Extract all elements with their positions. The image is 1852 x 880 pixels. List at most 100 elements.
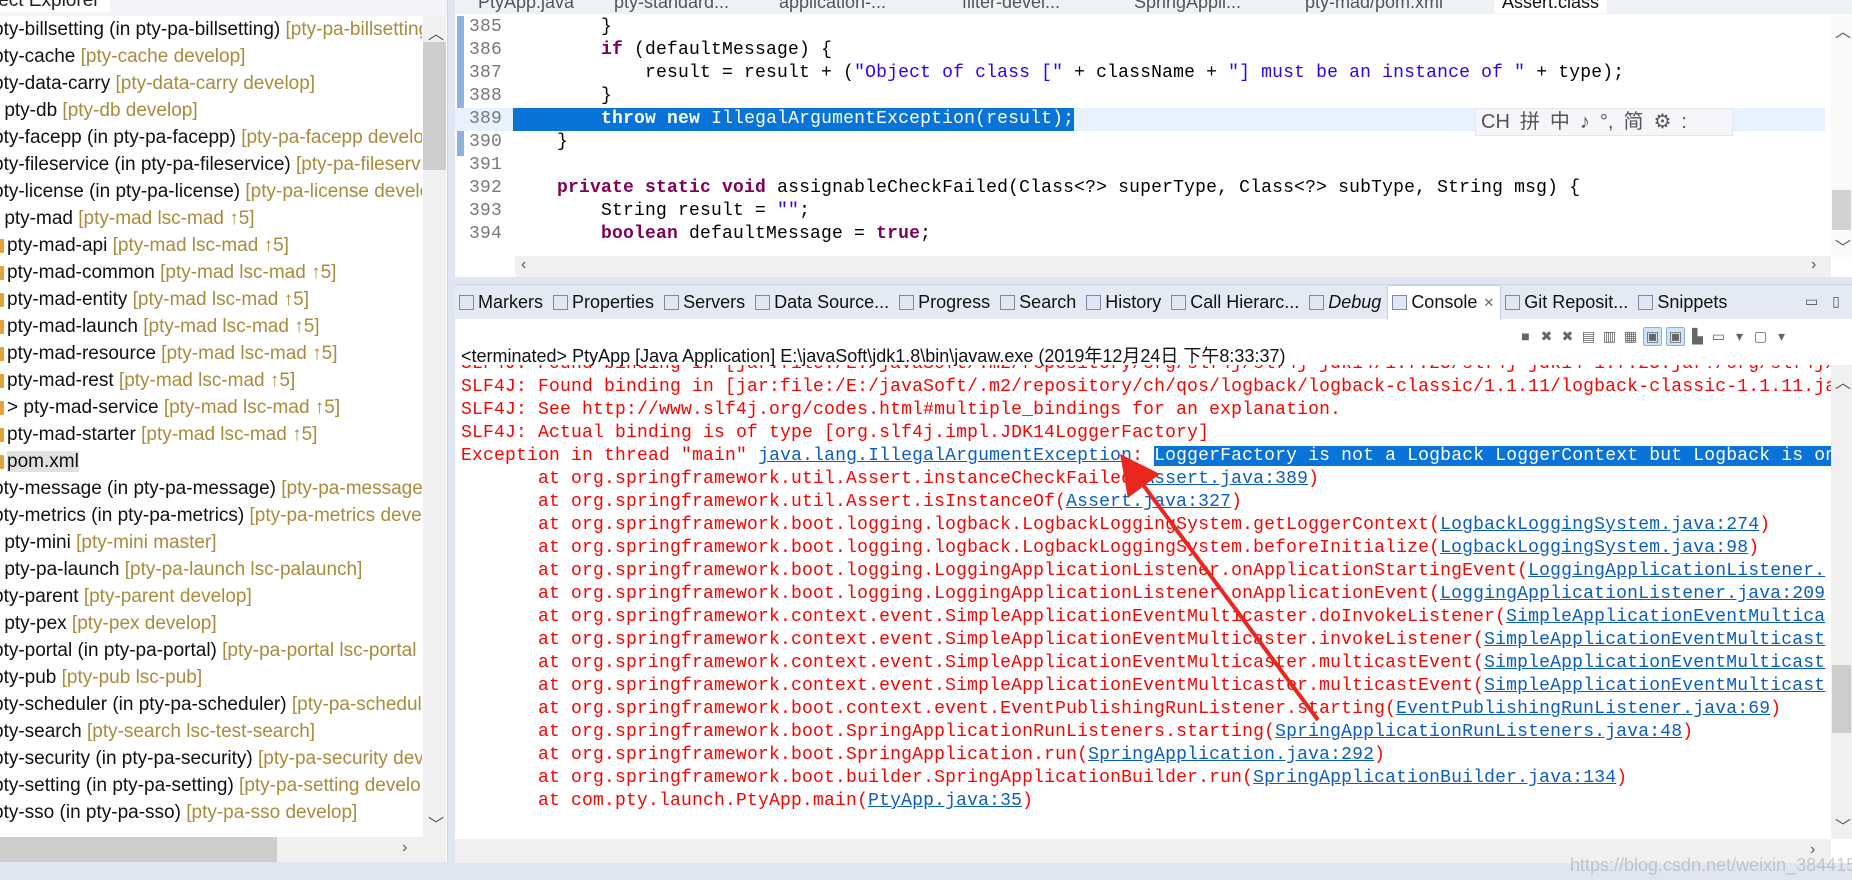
tree-item[interactable]: pty-pub [pty-pub lsc-pub]	[0, 664, 202, 691]
editor-tab[interactable]: SpringAppli...	[1134, 0, 1241, 13]
view-tab-callhierarc[interactable]: Call Hierarc...	[1167, 285, 1305, 319]
clear-console-icon[interactable]: ▤	[1580, 328, 1597, 345]
scroll-up-icon[interactable]: ︿	[1835, 18, 1851, 42]
tree-item[interactable]: ›pty-pex [pty-pex develop]	[0, 610, 216, 637]
stack-trace-link[interactable]: EventPublishingRunListener.java:69	[1396, 699, 1770, 719]
stack-trace-link[interactable]: SimpleApplicationEventMultica	[1506, 607, 1825, 627]
display-console-icon[interactable]: ▭	[1710, 328, 1727, 345]
view-tab-gitreposit[interactable]: Git Reposit...	[1501, 285, 1634, 319]
editor-tab[interactable]: application-...	[779, 0, 886, 13]
tree-item[interactable]: pty-scheduler (in pty-pa-scheduler) [pty…	[0, 691, 422, 718]
tree-item[interactable]: pty-mad-entity [pty-mad lsc-mad ↑5]	[0, 286, 309, 313]
view-tab-servers[interactable]: Servers	[660, 285, 751, 319]
minimize-icon[interactable]: ▭	[1805, 293, 1818, 309]
tree-item[interactable]: pty-license (in pty-pa-license) [pty-pa-…	[0, 178, 422, 205]
view-tab-history[interactable]: History	[1082, 285, 1167, 319]
tree-item[interactable]: pty-mad-rest [pty-mad lsc-mad ↑5]	[0, 367, 295, 394]
pin-console-icon[interactable]: ▙	[1689, 328, 1706, 345]
stack-trace-link[interactable]: LoggingApplicationListener.java:209	[1440, 584, 1825, 604]
tree-item[interactable]: ›pty-mad [pty-mad lsc-mad ↑5]	[0, 205, 254, 232]
tree-item[interactable]: pty-security (in pty-pa-security) [pty-p…	[0, 745, 422, 772]
editor-tab[interactable]: filter-devel...	[962, 0, 1060, 13]
stack-trace-link[interactable]: SpringApplication.java:292	[1088, 745, 1374, 765]
console-vertical-scrollbar[interactable]: ︿ ﹀	[1831, 365, 1852, 839]
remove-all-launches-icon[interactable]: ✖	[1559, 328, 1576, 345]
ime-toolbar[interactable]: CH 拼中 ♪ °, 简 ⚙:	[1475, 108, 1733, 136]
ime-button[interactable]: ♪	[1580, 111, 1590, 133]
ime-button[interactable]: 中	[1550, 111, 1570, 133]
scroll-lock-icon[interactable]: ▥	[1601, 328, 1618, 345]
ime-button[interactable]: :	[1681, 111, 1687, 133]
dropdown-icon[interactable]: ▾	[1731, 328, 1748, 345]
tree-item[interactable]: ›pty-pa-launch [pty-pa-launch lsc-palaun…	[0, 556, 362, 583]
scroll-down-icon[interactable]: ﹀	[428, 811, 444, 835]
tree-item[interactable]: pty-mad-launch [pty-mad lsc-mad ↑5]	[0, 313, 320, 340]
tree-item[interactable]: pty-metrics (in pty-pa-metrics) [pty-pa-…	[0, 502, 422, 529]
tree-item[interactable]: > pty-mad-service [pty-mad lsc-mad ↑5]	[0, 394, 340, 421]
word-wrap-icon[interactable]: ▦	[1622, 328, 1639, 345]
editor-vertical-scroll-thumb[interactable]	[1832, 190, 1851, 230]
stack-trace-link[interactable]: SimpleApplicationEventMulticast	[1484, 676, 1825, 696]
tree-item[interactable]: pty-parent [pty-parent develop]	[0, 583, 252, 610]
tree-item[interactable]: pty-mad-resource [pty-mad lsc-mad ↑5]	[0, 340, 338, 367]
view-tab-properties[interactable]: Properties	[549, 285, 660, 319]
close-icon[interactable]: ✕	[1483, 295, 1494, 311]
view-tab-search[interactable]: Search	[996, 285, 1082, 319]
code-area[interactable]: 385 } 386 if (defaultMessage) {387 result…	[455, 16, 1831, 256]
tree-item[interactable]: ›pty-db [pty-db develop]	[0, 97, 197, 124]
view-tab-progress[interactable]: Progress	[895, 285, 996, 319]
tree-item[interactable]: pom.xml	[0, 448, 79, 475]
stack-trace-link[interactable]: LogbackLoggingSystem.java:274	[1440, 515, 1759, 535]
ime-button[interactable]: 拼	[1520, 111, 1540, 133]
scroll-right-icon[interactable]: ›	[402, 839, 407, 857]
tree-item[interactable]: pty-fileservice (in pty-pa-fileservice) …	[0, 151, 422, 178]
maximize-icon[interactable]: ▯	[1832, 293, 1840, 309]
view-tab-markers[interactable]: Markers	[455, 285, 549, 319]
tree-item[interactable]: pty-setting (in pty-pa-setting) [pty-pa-…	[0, 772, 422, 799]
tree-item[interactable]: pty-data-carry [pty-data-carry develop]	[0, 70, 315, 97]
stack-trace-link[interactable]: java.lang.IllegalArgumentException	[758, 446, 1132, 466]
stack-trace-link[interactable]: SpringApplicationRunListeners.java:48	[1275, 722, 1682, 742]
scroll-left-icon[interactable]: ‹	[521, 256, 526, 274]
scroll-down-icon[interactable]: ﹀	[1835, 813, 1851, 837]
stack-trace-link[interactable]: Assert.java:389	[1143, 469, 1308, 489]
ime-button[interactable]: CH	[1481, 111, 1510, 133]
stack-trace-link[interactable]: LoggingApplicationListener.	[1528, 561, 1825, 581]
tree-item[interactable]: pty-sso (in pty-pa-sso) [pty-pa-sso deve…	[0, 799, 357, 826]
stack-trace-link[interactable]: SpringApplicationBuilder.java:134	[1253, 768, 1616, 788]
ime-button[interactable]: 简	[1623, 111, 1643, 133]
scroll-right-icon[interactable]: ›	[1811, 256, 1816, 274]
stack-trace-link[interactable]: PtyApp.java:35	[868, 791, 1022, 811]
tree-item[interactable]: pty-mad-api [pty-mad lsc-mad ↑5]	[0, 232, 289, 259]
open-console-icon[interactable]: ▢	[1752, 328, 1769, 345]
scroll-up-icon[interactable]: ︿	[428, 20, 444, 44]
view-tab-console[interactable]: Console ✕	[1387, 285, 1502, 320]
editor-horizontal-scrollbar[interactable]: ‹ ›	[515, 256, 1831, 277]
editor-tab[interactable]: Assert.class	[1494, 0, 1608, 13]
scroll-up-icon[interactable]: ︿	[1835, 369, 1851, 393]
tree-horizontal-scroll-thumb[interactable]	[0, 837, 277, 862]
console-output[interactable]: SLF4J: Found binding in [jar:file:/E:/ja…	[455, 365, 1831, 839]
view-menu-icon[interactable]: ▾	[1773, 328, 1790, 345]
tree-item[interactable]: pty-search [pty-search lsc-test-search]	[0, 718, 315, 745]
stack-trace-link[interactable]: SimpleApplicationEventMulticast	[1484, 630, 1825, 650]
editor-tab[interactable]: PtyApp.java	[478, 0, 574, 13]
show-on-stderr-icon[interactable]: ▣	[1666, 326, 1685, 346]
console-vertical-scroll-thumb[interactable]	[1832, 665, 1851, 733]
tree-item[interactable]: pty-cache [pty-cache develop]	[0, 43, 245, 70]
tree-item[interactable]: pty-message (in pty-pa-message) [pty-pa-…	[0, 475, 422, 502]
terminate-icon[interactable]: ■	[1517, 328, 1534, 345]
editor-tab[interactable]: pty-mad/pom.xml	[1305, 0, 1443, 13]
tree-item[interactable]: pty-mad-common [pty-mad lsc-mad ↑5]	[0, 259, 336, 286]
editor-tab[interactable]: pty-standard...	[614, 0, 729, 13]
scroll-down-icon[interactable]: ﹀	[1835, 234, 1851, 258]
view-tab-debug[interactable]: Debug	[1305, 285, 1387, 319]
tree-item[interactable]: pty-billsetting (in pty-pa-billsetting) …	[0, 16, 422, 43]
stack-trace-link[interactable]: SimpleApplicationEventMulticast	[1484, 653, 1825, 673]
tree-vertical-scroll-thumb[interactable]	[423, 42, 446, 170]
ime-button[interactable]: °,	[1600, 111, 1614, 133]
tree-item[interactable]: pty-mad-starter [pty-mad lsc-mad ↑5]	[0, 421, 317, 448]
stack-trace-link[interactable]: LogbackLoggingSystem.java:98	[1440, 538, 1748, 558]
tree-item[interactable]: ›pty-mini [pty-mini master]	[0, 529, 216, 556]
tree-item[interactable]: pty-facepp (in pty-pa-facepp) [pty-pa-fa…	[0, 124, 422, 151]
